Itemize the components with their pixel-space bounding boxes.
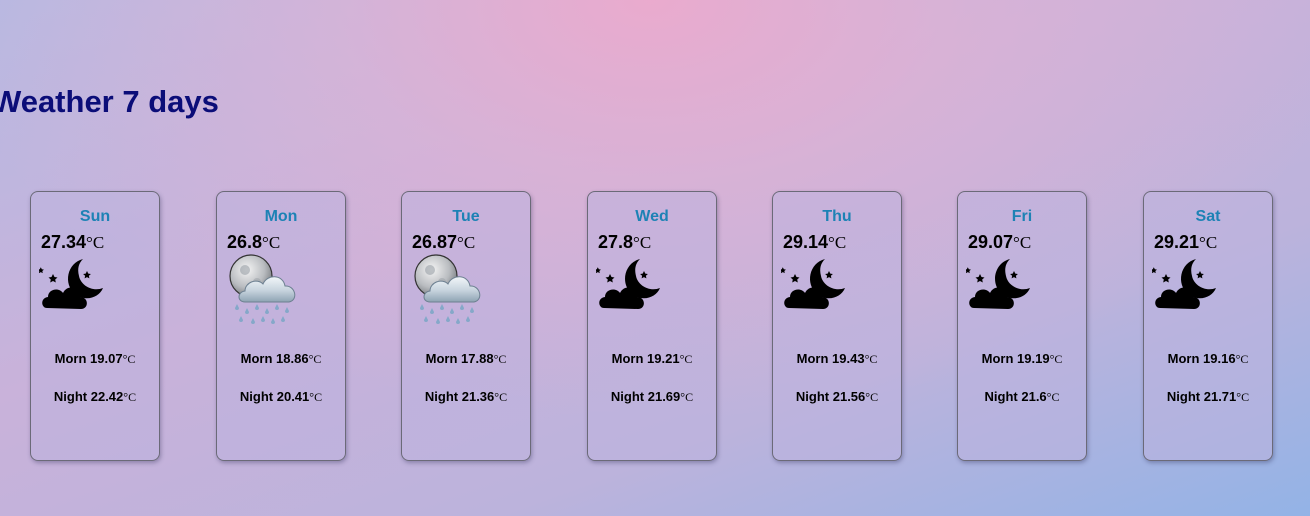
day-card-mon: Mon 26.8°C Morn 18.86°C Night 20.41°C: [216, 191, 346, 461]
night-temperature: Night 21.69°C: [610, 389, 694, 404]
night-rain-icon: [410, 254, 486, 330]
night-rain-icon: [225, 254, 301, 330]
night-clear-icon: [596, 254, 672, 330]
day-card-sun: Sun 27.34°C Morn 19.07°C Night 22.42°C: [30, 191, 160, 461]
night-clear-icon: [781, 254, 857, 330]
day-temperature: 26.87°C: [412, 232, 476, 252]
day-name: Tue: [452, 208, 480, 225]
day-card-thu: Thu 29.14°C Morn 19.43°C Night 21.56°C: [772, 191, 902, 461]
morning-temperature: Morn 19.43°C: [796, 351, 878, 366]
day-temperature: 27.8°C: [598, 232, 652, 252]
day-name: Thu: [822, 208, 852, 225]
night-clear-icon: [966, 254, 1042, 330]
day-temperature: 29.14°C: [783, 232, 847, 252]
night-temperature: Night 20.41°C: [239, 389, 323, 404]
day-name: Sun: [79, 208, 111, 225]
day-name: Mon: [264, 208, 298, 225]
night-temperature: Night 21.36°C: [424, 389, 508, 404]
morning-temperature: Morn 19.19°C: [981, 351, 1063, 366]
morning-temperature: Morn 17.88°C: [425, 351, 507, 366]
day-temperature: 26.8°C: [227, 232, 281, 252]
night-temperature: Night 21.56°C: [795, 389, 879, 404]
night-temperature: Night 22.42°C: [53, 389, 137, 404]
page-title: Weather 7 days: [0, 84, 219, 119]
day-card-tue: Tue 26.87°C Morn 17.88°C Night 21.36°C: [401, 191, 531, 461]
day-card-sat: Sat 29.21°C Morn 19.16°C Night 21.71°C: [1143, 191, 1273, 461]
morning-temperature: Morn 19.07°C: [54, 351, 136, 366]
forecast-list: Sun 27.34°C Morn 19.07°C Night 22.42°C M…: [30, 191, 1280, 463]
night-temperature: Night 21.71°C: [1166, 389, 1250, 404]
night-temperature: Night 21.6°C: [984, 389, 1060, 404]
day-name: Fri: [1011, 208, 1033, 225]
day-temperature: 27.34°C: [41, 232, 105, 252]
morning-temperature: Morn 19.16°C: [1167, 351, 1249, 366]
day-temperature: 29.07°C: [968, 232, 1032, 252]
day-temperature: 29.21°C: [1154, 232, 1218, 252]
night-clear-icon: [39, 254, 115, 330]
morning-temperature: Morn 19.21°C: [611, 351, 693, 366]
day-name: Wed: [635, 208, 669, 225]
day-card-fri: Fri 29.07°C Morn 19.19°C Night 21.6°C: [957, 191, 1087, 461]
day-card-wed: Wed 27.8°C Morn 19.21°C Night 21.69°C: [587, 191, 717, 461]
day-name: Sat: [1195, 208, 1221, 225]
morning-temperature: Morn 18.86°C: [240, 351, 322, 366]
night-clear-icon: [1152, 254, 1228, 330]
